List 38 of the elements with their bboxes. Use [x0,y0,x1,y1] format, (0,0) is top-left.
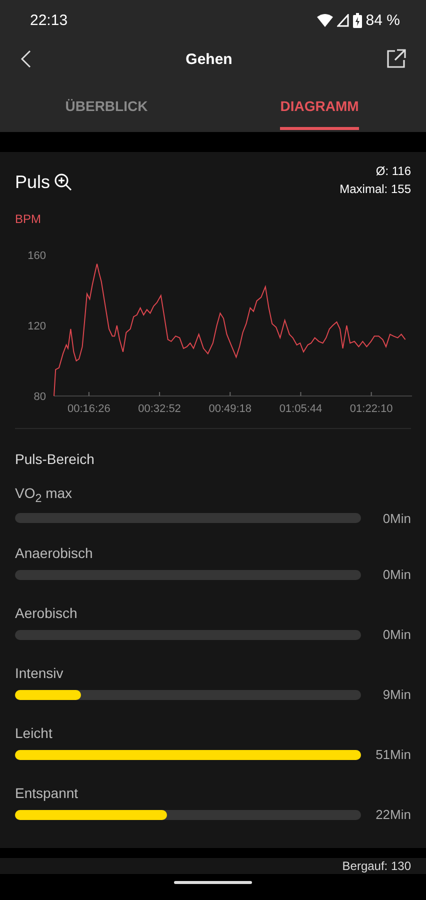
axis-label: 00:32:52 [138,403,181,415]
battery-level: 84 % [366,12,400,28]
zone-duration: 0Min [382,567,411,582]
axis-label: 01:05:44 [279,403,322,415]
zone-label: VO$_{2}$ max [15,485,74,505]
zone-label: Aerobisch [15,605,78,621]
zone-duration: 0Min [382,510,411,526]
section-title: Puls-Bereich [15,451,96,467]
wifi-icon [316,14,333,26]
ascent-value: Bergauf: 130 [342,858,411,874]
share-button[interactable] [386,49,406,69]
axis-label: 80 [34,391,46,403]
clock: 22:13 [30,12,69,28]
axis-label: 160 [28,250,46,262]
signal-icon [336,14,349,26]
zone-duration: 22Min [374,807,411,822]
axis-label: 120 [28,320,46,332]
card-title: Puls [15,172,50,192]
zone-duration: 9Min [382,687,411,702]
average-value: Ø: 116 [374,163,411,180]
zone-duration: 0Min [382,627,411,642]
tab[interactable]: DIAGRAMM [213,78,426,132]
home-indicator[interactable] [174,880,252,884]
axis-label: 00:49:18 [208,403,252,415]
axis-label: 00:16:26 [68,403,110,415]
axis-label: 01:22:10 [350,403,393,415]
maximum-value: Maximal: 155 [340,181,411,198]
unit-label: BPM [15,212,42,226]
back-button[interactable] [20,50,32,68]
zone-label: Anaerobisch [15,545,94,561]
battery-icon [352,12,362,28]
zone-duration: 51Min [374,747,411,762]
screen-title: Gehen [184,50,234,68]
tab[interactable]: ÜBERBLICK [0,78,213,132]
zone-label: Leicht [15,725,54,741]
zone-label: Intensiv [15,665,64,681]
zoom-in-button[interactable] [54,173,72,191]
zone-label: Entspannt [15,785,80,801]
